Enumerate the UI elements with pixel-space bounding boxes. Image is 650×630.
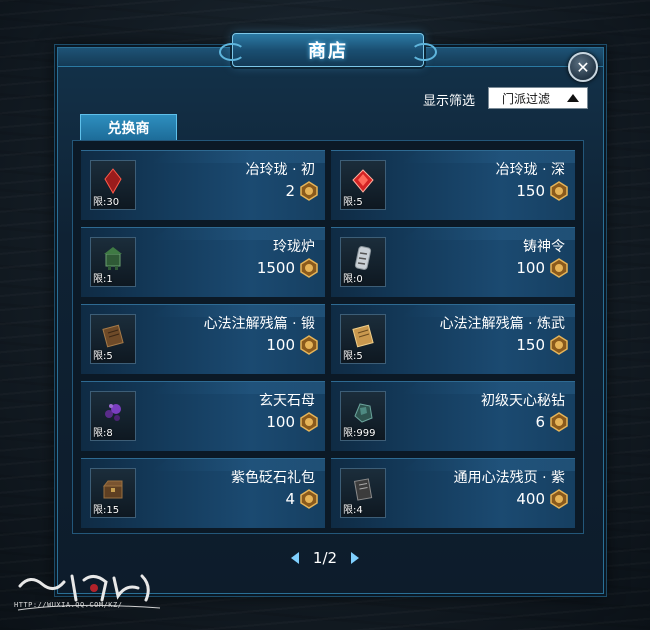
currency-coin-icon [550, 412, 568, 432]
item-price: 400 [516, 490, 545, 508]
item-slot: 限:5 [340, 314, 386, 364]
item-slot: 限:8 [90, 391, 136, 441]
scroll-icon [102, 324, 124, 348]
furnace-icon [104, 247, 122, 270]
item-limit: 限:0 [343, 274, 363, 285]
currency-coin-icon [550, 335, 568, 355]
next-page-button[interactable] [351, 552, 360, 564]
item-price: 4 [285, 490, 295, 508]
page-indicator: 1/2 [312, 549, 338, 567]
filter-dropdown[interactable]: 门派过滤 [488, 87, 588, 109]
item-slot: 限:5 [90, 314, 136, 364]
item-limit: 限:15 [93, 505, 120, 516]
item-price: 6 [535, 413, 545, 431]
book-icon [353, 478, 373, 501]
watermark-url: HTTP://WUXIA.QQ.COM/KZ/ [14, 601, 123, 609]
shop-item[interactable]: 限:30 冶玲珑 · 初 2 [81, 150, 325, 220]
shop-item[interactable]: 限:5 心法注解残篇 · 炼武 150 [331, 304, 575, 374]
shop-item[interactable]: 限:999 初级天心秘钻 6 [331, 381, 575, 451]
currency-coin-icon [300, 412, 318, 432]
item-limit: 限:4 [343, 505, 363, 516]
shop-item[interactable]: 限:4 通用心法残页 · 紫 400 [331, 458, 575, 528]
title-plate: 商店 [219, 33, 437, 67]
close-button[interactable]: ✕ [568, 52, 598, 82]
item-limit: 限:1 [93, 274, 113, 285]
item-name: 铸神令 [523, 239, 565, 255]
currency-coin-icon [300, 335, 318, 355]
item-price: 150 [516, 182, 545, 200]
item-slot: 限:999 [340, 391, 386, 441]
filter-label: 显示筛选 [423, 94, 476, 109]
item-name: 通用心法残页 · 紫 [453, 470, 565, 486]
window-title: 商店 [308, 41, 348, 62]
currency-coin-icon [300, 258, 318, 278]
item-limit: 限:5 [343, 351, 363, 362]
item-name: 心法注解残篇 · 炼武 [439, 316, 565, 332]
item-limit: 限:5 [93, 351, 113, 362]
shop-item[interactable]: 限:5 心法注解残篇 · 锻 100 [81, 304, 325, 374]
close-icon: ✕ [576, 57, 590, 77]
item-slot: 限:4 [340, 468, 386, 518]
item-limit: 限:999 [343, 428, 376, 439]
item-price: 1500 [256, 259, 295, 277]
red-gem-icon [352, 169, 374, 193]
scroll-icon [352, 324, 374, 348]
item-slot: 限:1 [90, 237, 136, 287]
pagination: 1/2 [0, 549, 650, 567]
item-slot: 限:5 [340, 160, 386, 210]
item-price: 150 [516, 336, 545, 354]
item-price: 100 [266, 413, 295, 431]
currency-coin-icon [300, 181, 318, 201]
item-slot: 限:30 [90, 160, 136, 210]
item-slot: 限:15 [90, 468, 136, 518]
item-name: 初级天心秘钻 [481, 393, 565, 409]
currency-coin-icon [550, 258, 568, 278]
shop-item[interactable]: 限:15 紫色砭石礼包 4 [81, 458, 325, 528]
item-name: 玄天石母 [259, 393, 315, 409]
item-name: 冶玲珑 · 初 [245, 162, 315, 178]
tab-label: 兑换商 [107, 120, 150, 137]
item-list: 限:30 冶玲珑 · 初 2 限:5 冶玲珑 · 深 150 限:1 玲珑炉 1… [72, 140, 584, 534]
currency-coin-icon [300, 489, 318, 509]
tab-exchange[interactable]: 兑换商 [80, 114, 177, 140]
dropdown-arrow-icon [567, 94, 579, 102]
shop-item[interactable]: 限:8 玄天石母 100 [81, 381, 325, 451]
filter-selected-value: 门派过滤 [502, 91, 551, 106]
prev-page-button[interactable] [290, 552, 299, 564]
item-limit: 限:8 [93, 428, 113, 439]
site-logo [17, 574, 161, 611]
red-crystal-icon [104, 168, 122, 195]
shop-item[interactable]: 限:1 玲珑炉 1500 [81, 227, 325, 297]
item-limit: 限:30 [93, 197, 120, 208]
item-price: 100 [516, 259, 545, 277]
token-icon [354, 246, 372, 270]
shop-item[interactable]: 限:0 铸神令 100 [331, 227, 575, 297]
item-limit: 限:5 [343, 197, 363, 208]
item-name: 冶玲珑 · 深 [495, 162, 565, 178]
item-name: 紫色砭石礼包 [231, 470, 315, 486]
currency-coin-icon [550, 181, 568, 201]
item-name: 玲珑炉 [273, 239, 315, 255]
green-stone-icon [354, 403, 373, 423]
item-price: 100 [266, 336, 295, 354]
item-slot: 限:0 [340, 237, 386, 287]
shop-item[interactable]: 限:5 冶玲珑 · 深 150 [331, 150, 575, 220]
item-price: 2 [285, 182, 295, 200]
chest-icon [102, 480, 123, 499]
currency-coin-icon [550, 489, 568, 509]
purple-ore-icon [105, 404, 121, 421]
item-name: 心法注解残篇 · 锻 [203, 316, 315, 332]
